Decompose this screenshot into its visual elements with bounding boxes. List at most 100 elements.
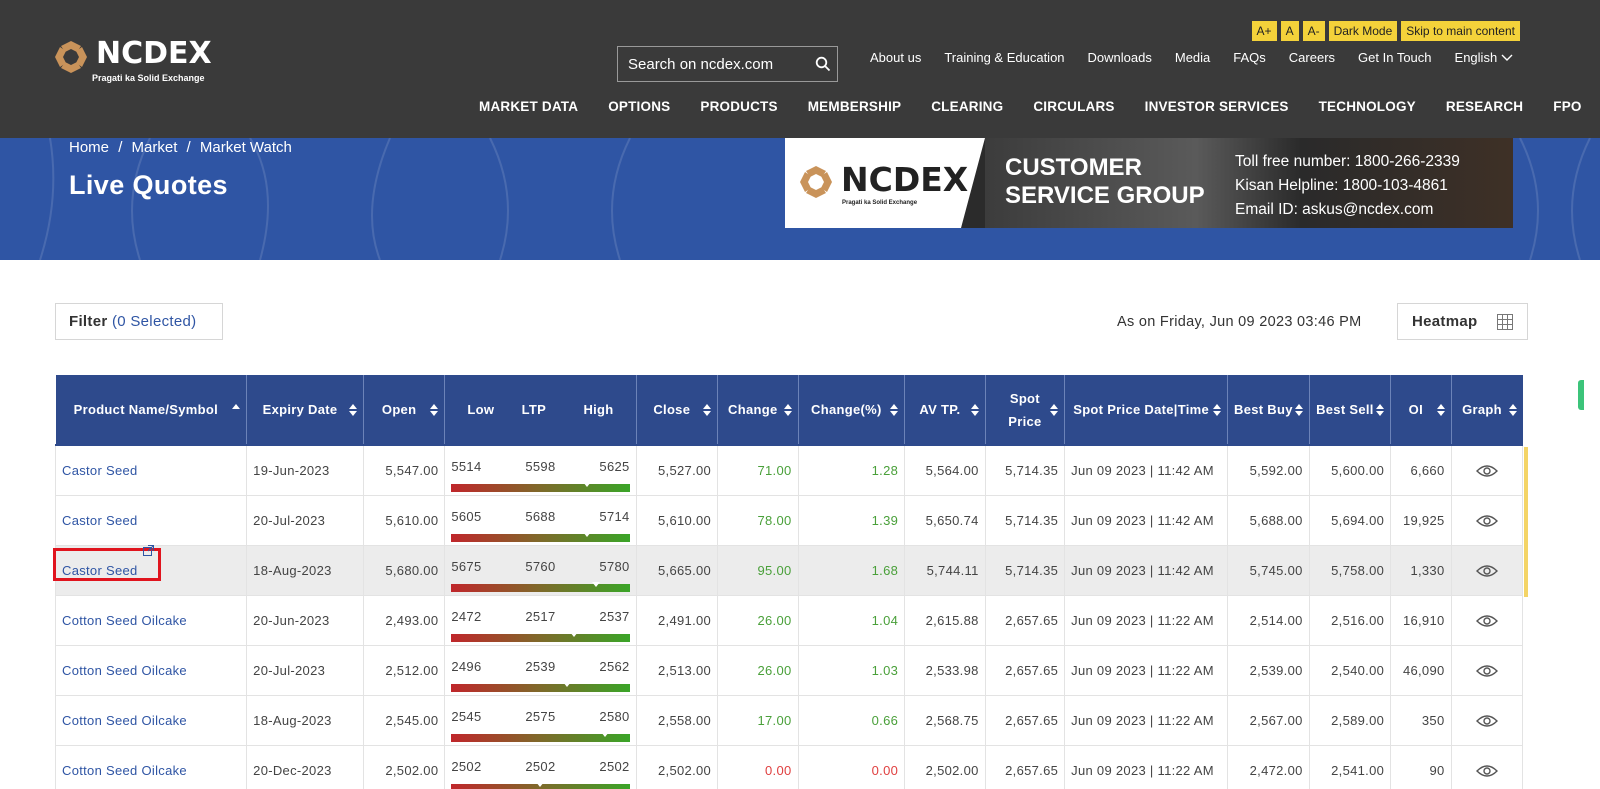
ncdex-logo[interactable]: NCDEX Pragati ka Solid Exchange	[54, 36, 212, 88]
cell-best-buy: 2,567.00	[1227, 695, 1310, 745]
product-link[interactable]: Cotton Seed Oilcake	[62, 763, 187, 778]
font-increase-button[interactable]: A+	[1251, 21, 1277, 41]
nav-circulars[interactable]: CIRCULARS	[1033, 99, 1114, 114]
link-training-education[interactable]: Training & Education	[944, 50, 1064, 65]
link-downloads[interactable]: Downloads	[1088, 50, 1152, 65]
cell-spot-price: 5,714.35	[985, 495, 1066, 545]
cell-expiry: 20-Jul-2023	[246, 645, 364, 695]
cell-product: Cotton Seed Oilcake	[55, 695, 248, 745]
product-link[interactable]: Castor Seed	[62, 463, 138, 478]
cell-best-buy: 5,592.00	[1227, 445, 1310, 495]
col-spot-time[interactable]: Spot Price Date|Time	[1064, 375, 1229, 445]
nav-options[interactable]: OPTIONS	[608, 99, 670, 114]
heatmap-button[interactable]: Heatmap	[1397, 303, 1528, 340]
skip-to-content-button[interactable]: Skip to main content	[1401, 21, 1520, 41]
col-expiry-date[interactable]: Expiry Date	[246, 375, 364, 445]
logo-mark-icon	[55, 41, 87, 73]
product-link[interactable]: Castor Seed	[62, 563, 138, 578]
cell-graph	[1451, 545, 1523, 595]
col-product[interactable]: Product Name/Symbol	[55, 375, 248, 445]
eye-icon[interactable]	[1475, 464, 1498, 478]
link-about-us[interactable]: About us	[870, 50, 921, 65]
nav-market-data[interactable]: MARKET DATA	[479, 99, 578, 114]
price-range: 5605 5688 5714	[451, 498, 630, 542]
breadcrumb-market-watch[interactable]: Market Watch	[200, 139, 292, 156]
eye-icon[interactable]	[1475, 564, 1498, 578]
csg-logo-tagline: Pragati ka Solid Exchange	[842, 200, 918, 206]
cell-change-pct: 1.39	[798, 495, 906, 545]
breadcrumb-home[interactable]: Home	[69, 139, 109, 156]
link-faqs[interactable]: FAQs	[1233, 50, 1266, 65]
nav-fpo[interactable]: FPO	[1553, 99, 1581, 114]
external-link-icon[interactable]	[143, 545, 154, 556]
eye-icon[interactable]	[1475, 614, 1498, 628]
logo-text: NCDEX	[96, 36, 212, 71]
nav-research[interactable]: RESEARCH	[1446, 99, 1523, 114]
col-avtp[interactable]: AV TP.	[904, 375, 986, 445]
col-spot-price[interactable]: Spot Price	[985, 375, 1066, 445]
nav-membership[interactable]: MEMBERSHIP	[808, 99, 902, 114]
cell-range: 2502 2502 2502	[444, 745, 637, 789]
product-link[interactable]: Castor Seed	[62, 513, 138, 528]
ltp-pointer	[582, 532, 591, 537]
nav-technology[interactable]: TECHNOLOGY	[1319, 99, 1416, 114]
dark-mode-button[interactable]: Dark Mode	[1328, 21, 1398, 41]
search-input[interactable]	[618, 47, 808, 81]
col-change[interactable]: Change	[717, 375, 799, 445]
cell-best-buy: 2,514.00	[1227, 595, 1310, 645]
nav-investor-services[interactable]: INVESTOR SERVICES	[1145, 99, 1289, 114]
col-graph[interactable]: Graph	[1451, 375, 1523, 445]
csg-logo-text: NCDEX	[841, 160, 969, 199]
price-range: 5514 5598 5625	[451, 448, 630, 493]
eye-icon[interactable]	[1475, 714, 1498, 728]
cell-spot-price: 2,657.65	[985, 645, 1066, 695]
range-low: 2545	[451, 709, 482, 724]
ltp-pointer	[536, 782, 545, 787]
range-low: 5605	[451, 509, 482, 524]
col-close[interactable]: Close	[636, 375, 719, 445]
cell-spot-time: Jun 09 2023 | 11:22 AM	[1064, 595, 1229, 645]
link-careers[interactable]: Careers	[1289, 50, 1335, 65]
col-open[interactable]: Open	[363, 375, 446, 445]
col-best-buy[interactable]: Best Buy	[1227, 375, 1310, 445]
product-link[interactable]: Cotton Seed Oilcake	[62, 713, 187, 728]
table-row: Castor Seed 19-Jun-2023 5,547.00 5514 5598 56…	[55, 445, 1523, 495]
range-ltp: 2517	[525, 609, 556, 624]
cell-spot-price: 2,657.65	[985, 745, 1066, 789]
eye-icon[interactable]	[1475, 764, 1498, 778]
language-selector[interactable]: English	[1455, 50, 1514, 65]
range-ltp: 2539	[525, 659, 556, 674]
table-row: Cotton Seed Oilcake 20-Jun-2023 2,493.00 24…	[55, 595, 1523, 645]
product-link[interactable]: Cotton Seed Oilcake	[62, 663, 187, 678]
cell-spot-time: Jun 09 2023 | 11:22 AM	[1064, 695, 1229, 745]
link-media[interactable]: Media	[1175, 50, 1210, 65]
table-row: Cotton Seed Oilcake 18-Aug-2023 2,545.00 25…	[55, 695, 1523, 745]
cell-product: Castor Seed	[55, 445, 248, 495]
cell-product: Castor Seed	[55, 495, 248, 545]
price-range: 2496 2539 2562	[451, 648, 630, 692]
nav-clearing[interactable]: CLEARING	[931, 99, 1003, 114]
col-oi[interactable]: OI	[1390, 375, 1452, 445]
cell-change: 26.00	[717, 645, 799, 695]
search-icon[interactable]	[815, 56, 831, 72]
range-ltp: 5598	[525, 459, 556, 475]
font-reset-button[interactable]: A	[1280, 21, 1299, 41]
filter-button[interactable]: Filter (0 Selected)	[55, 303, 223, 340]
cell-best-sell: 5,694.00	[1309, 495, 1392, 545]
utility-nav: About us Training & Education Downloads …	[870, 50, 1513, 65]
font-decrease-button[interactable]: A-	[1302, 21, 1325, 41]
cell-best-buy: 5,745.00	[1227, 545, 1310, 595]
nav-products[interactable]: PRODUCTS	[700, 99, 777, 114]
cell-avtp: 2,533.98	[904, 645, 986, 695]
col-change-pct[interactable]: Change(%)	[798, 375, 906, 445]
cell-oi: 46,090	[1390, 645, 1452, 695]
breadcrumb-market[interactable]: Market	[132, 139, 178, 156]
col-best-sell[interactable]: Best Sell	[1309, 375, 1392, 445]
eye-icon[interactable]	[1475, 514, 1498, 528]
eye-icon[interactable]	[1475, 664, 1498, 678]
customer-service-banner[interactable]: NCDEX Pragati ka Solid Exchange CUSTOMER…	[785, 138, 1513, 228]
feedback-tab[interactable]	[1578, 380, 1584, 410]
link-get-in-touch[interactable]: Get In Touch	[1358, 50, 1431, 65]
product-link[interactable]: Cotton Seed Oilcake	[62, 613, 187, 628]
cell-close: 2,502.00	[636, 745, 719, 789]
